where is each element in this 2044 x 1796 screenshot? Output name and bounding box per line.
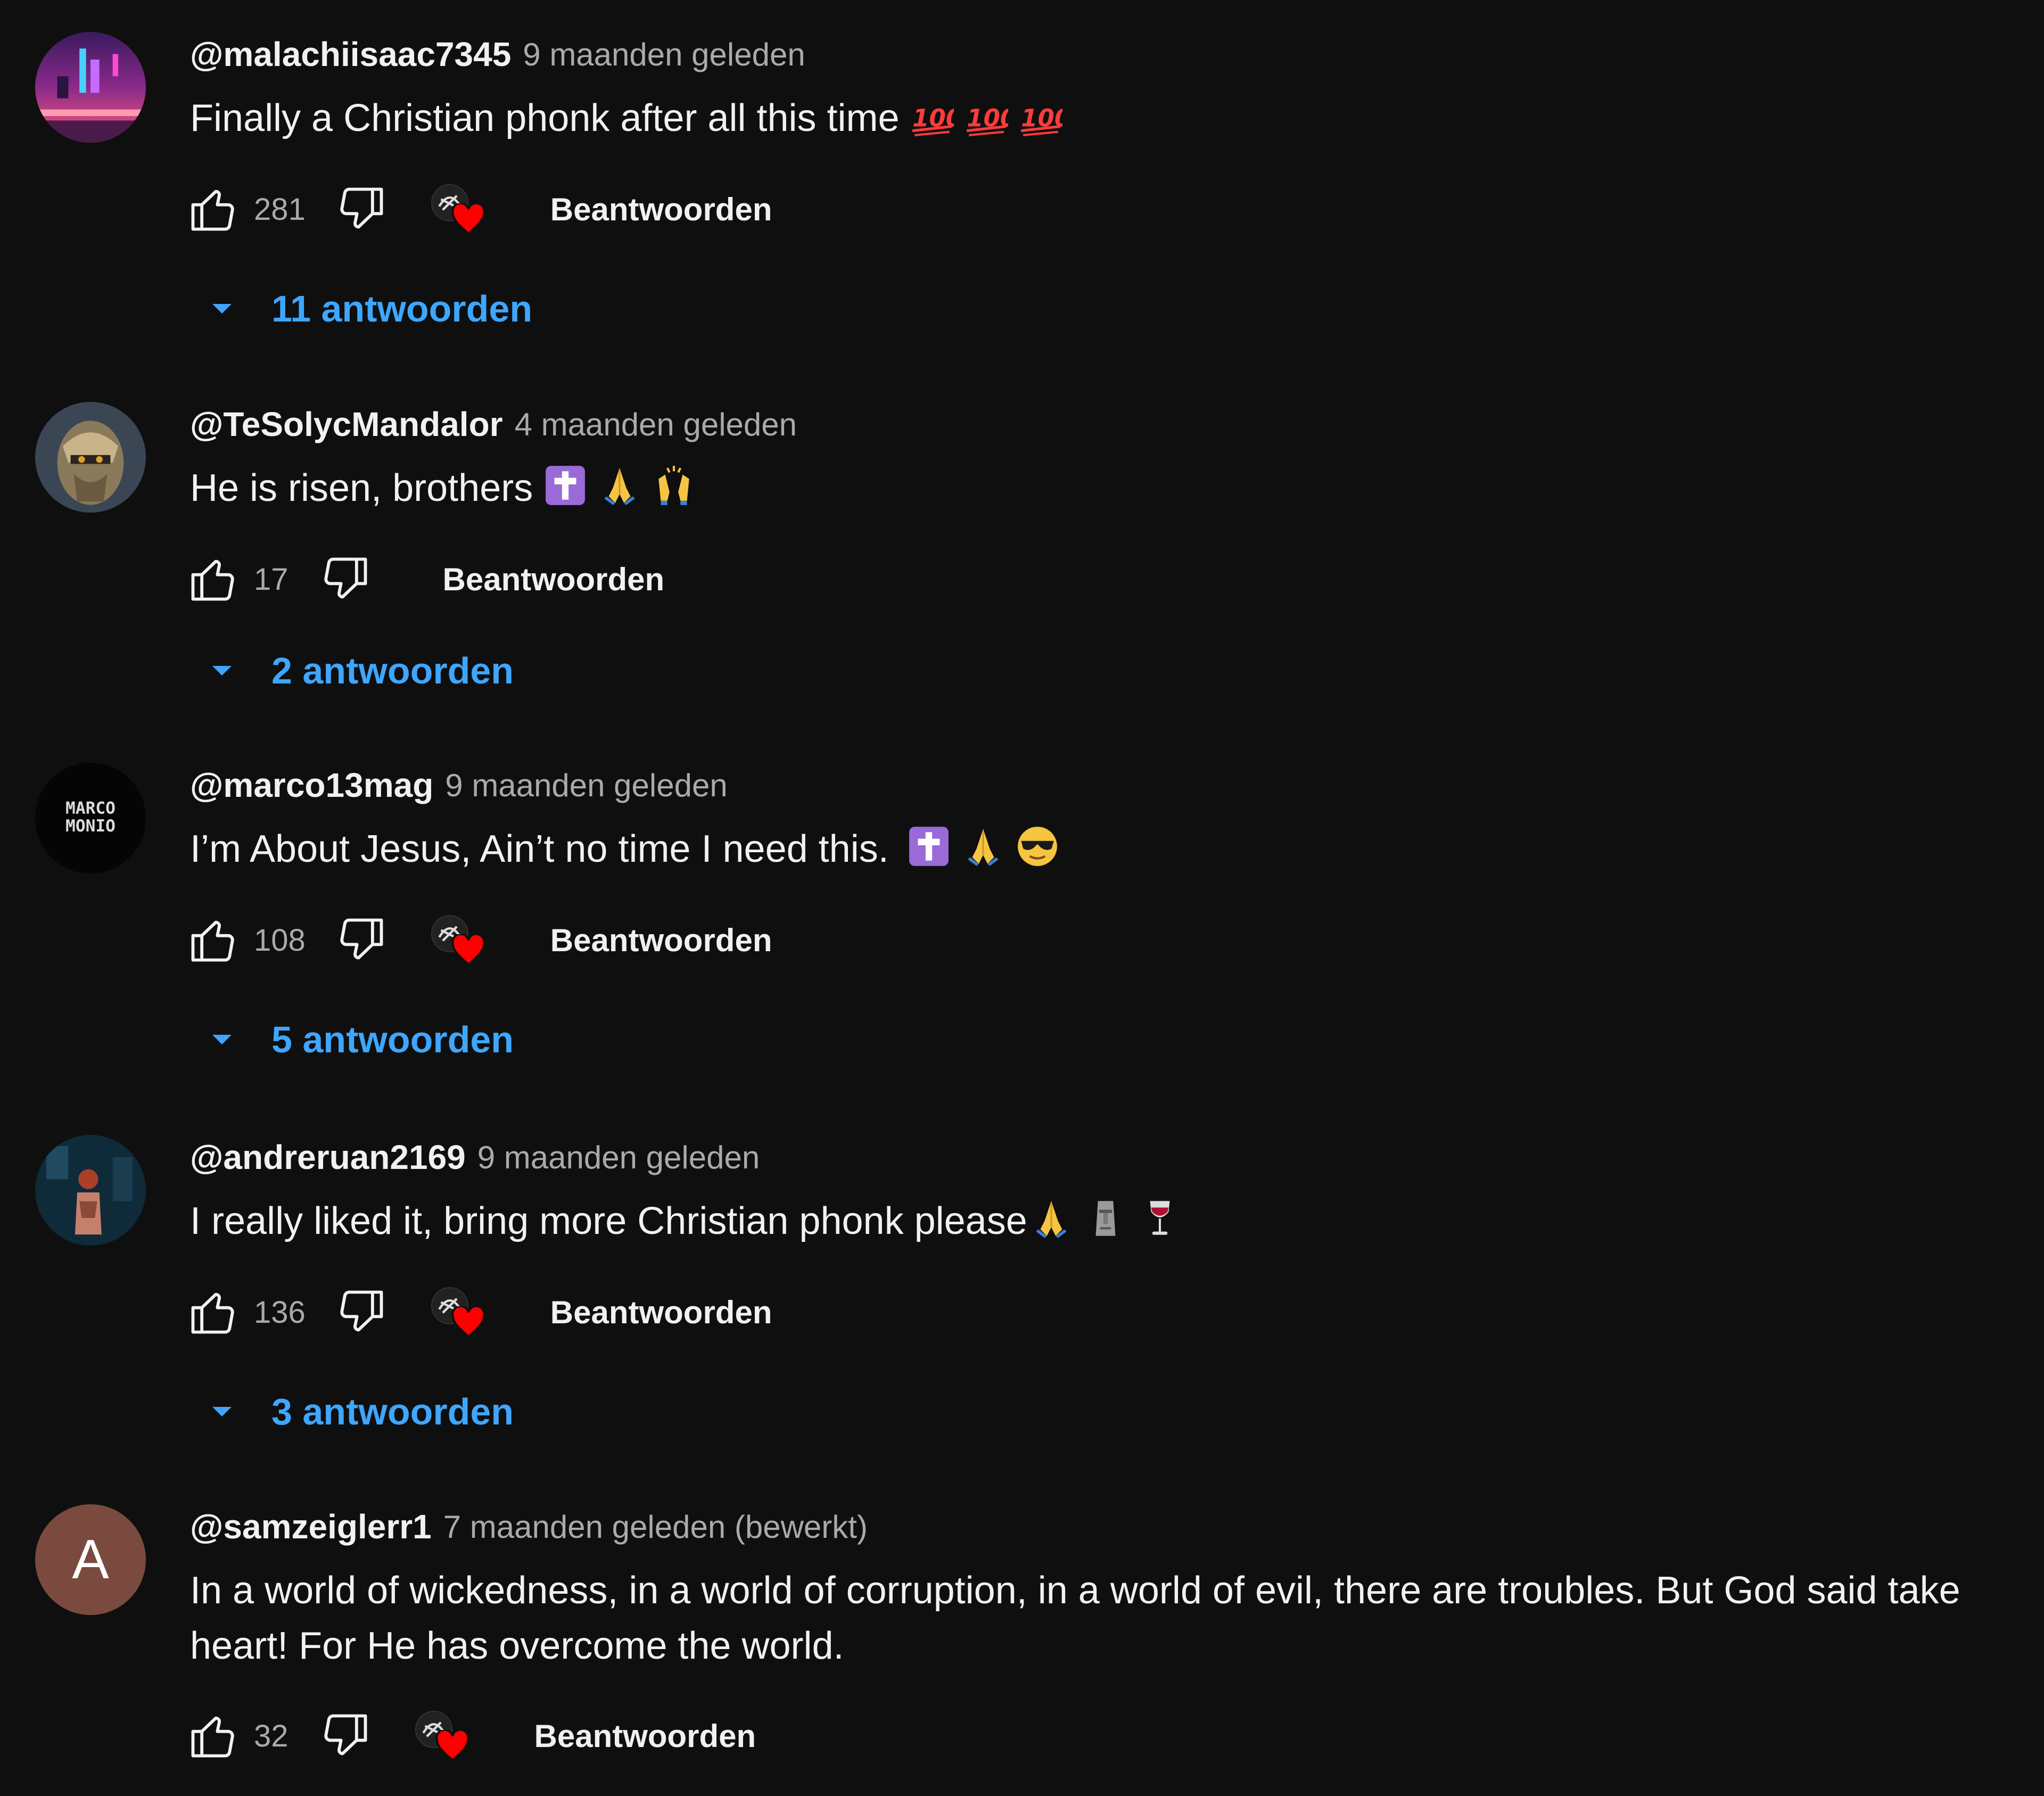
comment-actions: 281 Beantwoorden [184,180,772,238]
creator-heart-badge [428,911,487,969]
folded-hands-icon [598,464,641,507]
dislike-button[interactable] [332,911,391,969]
creator-heart-badge [428,180,487,238]
like-button[interactable] [184,911,242,969]
reply-button[interactable]: Beantwoorden [550,917,772,964]
thumbs-down-icon [340,918,383,960]
thumbs-up-icon [191,559,234,601]
folded-hands-icon [1029,1197,1073,1240]
creator-heart-badge [412,1707,471,1765]
neon-city-avatar-icon [35,32,146,143]
comment-author[interactable]: @andreruan2169 [190,1138,466,1177]
comment-body: He is risen, brothers [190,467,533,509]
creator-heart-badge [428,1283,487,1341]
reply-button[interactable]: Beantwoorden [550,186,772,233]
text-logo-avatar-icon: MARCO MONIO [35,763,146,874]
dislike-button[interactable] [332,180,391,238]
comment-text: He is risen, brothers [190,460,1989,516]
wine-glass-icon [1138,1197,1182,1240]
thumbs-up-icon [191,920,234,962]
like-button[interactable] [184,180,242,238]
avatar-text-top: MARCO [65,799,116,818]
caret-down-icon [212,1407,232,1416]
hundred-points-icon: 100 [965,94,1008,137]
caret-down-icon [212,666,232,675]
thumbs-up-icon [191,1716,234,1758]
comment-actions: 108 Beantwoorden [184,911,772,969]
dislike-button[interactable] [316,550,375,608]
reply-button[interactable]: Beantwoorden [534,1712,756,1760]
comment-text: I really liked it, bring more Christian … [190,1193,1989,1249]
comment-actions: 136 Beantwoorden [184,1283,772,1341]
comment-body: I really liked it, bring more Christian … [190,1200,1027,1242]
sunglasses-face-icon [1016,825,1059,868]
thumbs-down-icon [340,187,383,229]
comment-timestamp[interactable]: 4 maanden geleden [515,406,797,443]
comment-body: In a world of wickedness, in a world of … [190,1569,1960,1667]
thumbs-down-icon [324,1714,367,1756]
view-replies-button[interactable]: 11 antwoorden [208,282,532,335]
avatar[interactable]: A [35,1504,146,1615]
thumbs-up-icon [191,1292,234,1334]
like-count: 17 [254,562,289,597]
comment-timestamp[interactable]: 9 maanden geleden [445,767,727,804]
like-count: 136 [254,1295,306,1330]
dislike-button[interactable] [332,1283,391,1341]
replies-count-label: 11 antwoorden [271,288,533,329]
view-replies-button[interactable]: 2 antwoorden [208,644,514,697]
like-count: 281 [254,192,306,227]
avatar[interactable] [35,1135,146,1246]
replies-count-label: 3 antwoorden [271,1391,514,1432]
comment-text: I’m About Jesus, Ain’t no time I need th… [190,821,1989,877]
like-button[interactable] [184,1283,242,1341]
comment-timestamp[interactable]: 9 maanden geleden [523,36,805,73]
replies-count-label: 2 antwoorden [271,650,514,691]
view-replies-button[interactable]: 3 antwoorden [208,1385,514,1438]
avatar-letter: A [72,1528,109,1591]
heart-icon [435,1730,469,1762]
like-button[interactable] [184,550,242,608]
avatar[interactable] [35,32,146,143]
replies-count-label: 5 antwoorden [271,1019,514,1060]
heart-icon [451,203,485,235]
comment-timestamp[interactable]: 9 maanden geleden [477,1139,760,1176]
dark-figure-avatar-icon [35,1135,146,1246]
thumbs-down-icon [324,557,367,599]
caret-down-icon [212,304,232,314]
caret-down-icon [212,1035,232,1044]
view-replies-button[interactable]: 5 antwoorden [208,1013,514,1066]
comment-body: Finally a Christian phonk after all this… [190,97,900,139]
moai-icon [1084,1197,1127,1240]
comment-author[interactable]: @marco13mag [190,765,433,805]
avatar[interactable]: MARCO MONIO [35,763,146,874]
like-count: 32 [254,1718,289,1753]
thumbs-down-icon [340,1290,383,1332]
latin-cross-icon [543,464,587,507]
heart-icon [451,1306,485,1338]
hundred-points-icon: 100 [910,94,954,137]
comment-actions: 32 Beantwoorden [184,1707,756,1765]
comment-actions: 17 Beantwoorden [184,550,664,608]
thumbs-up-icon [191,190,234,231]
folded-hands-icon [961,825,1005,868]
heart-icon [451,934,485,966]
raising-hands-icon [652,464,696,507]
avatar-text-bottom: MONIO [65,817,116,836]
comment-author[interactable]: @TeSolycMandalor [190,405,503,444]
avatar[interactable] [35,402,146,513]
hundred-points-icon: 100 [1019,94,1062,137]
comment-timestamp[interactable]: 7 maanden geleden (bewerkt) [443,1509,868,1545]
like-count: 108 [254,922,306,958]
comment-body: I’m About Jesus, Ain’t no time I need th… [190,828,889,870]
dislike-button[interactable] [316,1707,375,1765]
comment-author[interactable]: @malachiisaac7345 [190,35,511,74]
comment-text: In a world of wickedness, in a world of … [190,1563,1989,1674]
reply-button[interactable]: Beantwoorden [443,556,665,603]
reply-button[interactable]: Beantwoorden [550,1289,772,1336]
comment-text: Finally a Christian phonk after all this… [190,90,1989,146]
like-button[interactable] [184,1707,242,1765]
comment-author[interactable]: @samzeiglerr1 [190,1507,432,1546]
armored-warrior-avatar-icon [35,402,146,513]
latin-cross-icon [907,825,951,868]
